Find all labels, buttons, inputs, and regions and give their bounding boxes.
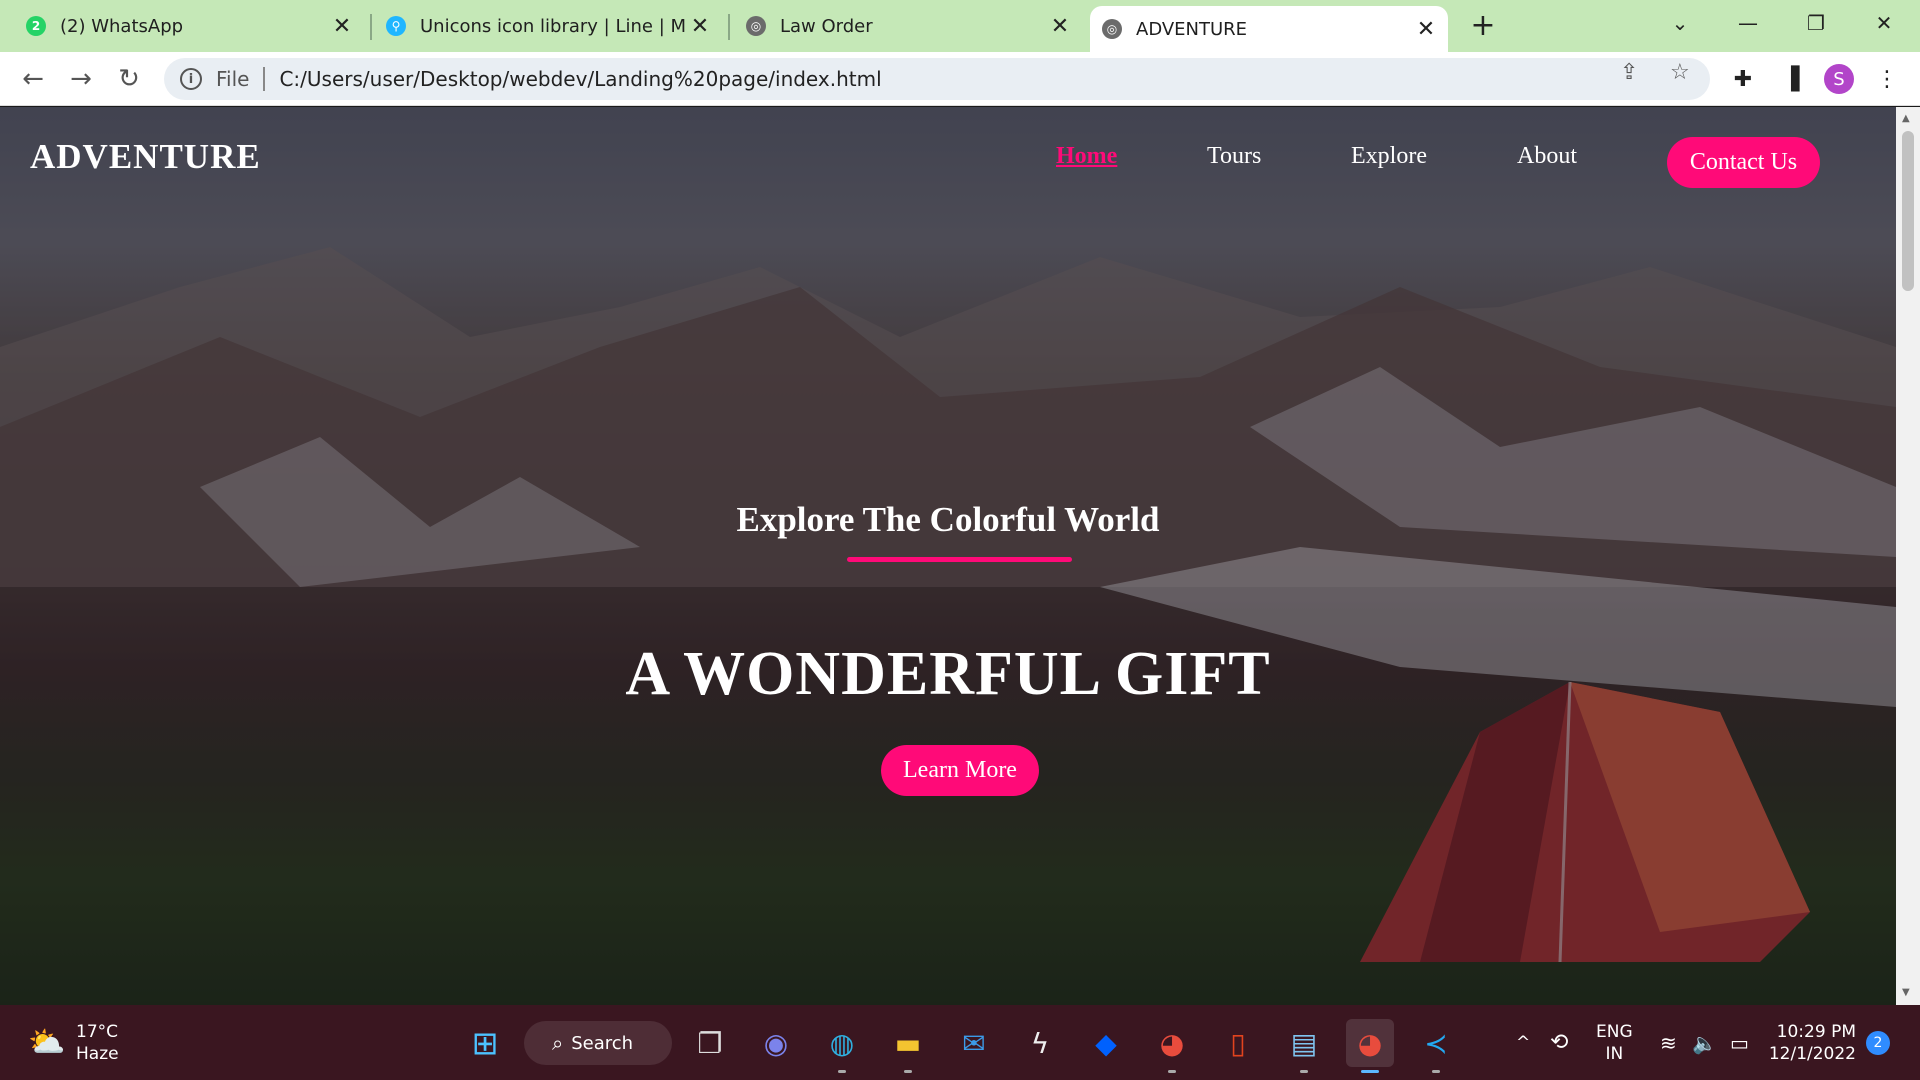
- minimize-button[interactable]: —: [1718, 6, 1778, 40]
- url-text: C:/Users/user/Desktop/webdev/Landing%20p…: [279, 67, 882, 91]
- dark-overlay: [0, 107, 1896, 1005]
- bookmark-star-icon[interactable]: ☆: [1670, 60, 1690, 85]
- close-icon[interactable]: ✕: [1412, 15, 1440, 43]
- chrome-icon[interactable]: ◕: [1148, 1019, 1196, 1073]
- tab-search-chevron-icon[interactable]: ⌄: [1650, 6, 1710, 40]
- tray-chevron-icon[interactable]: ^: [1516, 1005, 1530, 1080]
- divider: [263, 67, 266, 91]
- restore-button[interactable]: ❐: [1786, 6, 1846, 40]
- vscode-icon[interactable]: ≺: [1412, 1019, 1460, 1073]
- site-logo[interactable]: ADVENTURE: [30, 137, 261, 177]
- office-icon[interactable]: ▯: [1214, 1019, 1262, 1067]
- weather-widget[interactable]: 17°C Haze: [76, 1021, 119, 1065]
- notification-badge[interactable]: 2: [1866, 1031, 1890, 1055]
- language-line2: IN: [1605, 1043, 1624, 1064]
- whatsapp-icon: 2: [26, 16, 46, 36]
- page-scrollbar[interactable]: ▲ ▼: [1896, 107, 1920, 1005]
- search-label: Search: [571, 1032, 634, 1054]
- clock-date: 12/1/2022: [1768, 1044, 1856, 1064]
- close-icon[interactable]: ✕: [328, 12, 356, 40]
- contact-us-button[interactable]: Contact Us: [1667, 137, 1820, 188]
- globe-icon: ◎: [1102, 19, 1122, 39]
- browser-toolbar: ← → ↻ i File C:/Users/user/Desktop/webde…: [0, 52, 1920, 106]
- subtitle-underline: [847, 557, 1072, 562]
- edge-icon[interactable]: ◍: [818, 1019, 866, 1073]
- tab-law-order[interactable]: ◎ Law Order ✕: [734, 6, 1082, 46]
- dropbox-icon[interactable]: ◆: [1082, 1019, 1130, 1067]
- notepad-icon[interactable]: ▤: [1280, 1019, 1328, 1073]
- profile-avatar[interactable]: S: [1824, 64, 1854, 94]
- learn-more-button[interactable]: Learn More: [881, 745, 1039, 796]
- language-indicator[interactable]: ENG IN: [1596, 1005, 1633, 1080]
- nav-home[interactable]: Home: [1056, 143, 1117, 170]
- tab-title: ADVENTURE: [1136, 18, 1248, 40]
- nav-tours[interactable]: Tours: [1207, 143, 1261, 170]
- close-icon[interactable]: ✕: [686, 12, 714, 40]
- new-tab-button[interactable]: +: [1466, 8, 1500, 43]
- globe-icon: ◎: [746, 16, 766, 36]
- task-view-icon[interactable]: ❐: [686, 1019, 734, 1067]
- clock-time: 10:29 PM: [1776, 1022, 1856, 1042]
- wifi-icon[interactable]: ≋: [1660, 1005, 1677, 1080]
- nav-about[interactable]: About: [1517, 143, 1577, 170]
- taskbar: ⛅ 17°C Haze ⊞ ⌕ Search ❐ ◉ ◍ ▬ ✉ ϟ ◆ ◕ ▯…: [0, 1005, 1920, 1080]
- scroll-down-arrow-icon[interactable]: ▼: [1902, 987, 1910, 998]
- tab-strip: 2 (2) WhatsApp ✕ ⚲ Unicons icon library …: [0, 0, 1920, 52]
- tab-whatsapp[interactable]: 2 (2) WhatsApp ✕: [14, 6, 364, 46]
- back-button[interactable]: ←: [16, 62, 50, 96]
- search-icon: ⌕: [552, 1031, 564, 1055]
- reload-button[interactable]: ↻: [112, 62, 146, 96]
- weather-condition: Haze: [76, 1044, 119, 1064]
- chrome-profile-icon[interactable]: ◕: [1346, 1019, 1394, 1073]
- share-icon[interactable]: ⇪: [1620, 60, 1638, 85]
- weather-temp: 17°C: [76, 1022, 119, 1042]
- tab-title: (2) WhatsApp: [60, 15, 184, 37]
- scroll-up-arrow-icon[interactable]: ▲: [1902, 113, 1910, 124]
- tab-separator: [728, 14, 730, 40]
- hero-headline: A WONDERFUL GIFT: [625, 640, 1271, 708]
- weather-cloud-icon[interactable]: ⛅: [28, 1025, 65, 1060]
- language-line1: ENG: [1596, 1021, 1633, 1042]
- mail-icon[interactable]: ✉: [950, 1019, 998, 1067]
- close-icon[interactable]: ✕: [1046, 12, 1074, 40]
- volume-icon[interactable]: 🔈: [1692, 1005, 1717, 1080]
- menu-kebab-icon[interactable]: ⋮: [1872, 64, 1902, 94]
- window-close-button[interactable]: ✕: [1854, 6, 1914, 40]
- hero-subtitle: Explore The Colorful World: [736, 500, 1160, 539]
- address-bar[interactable]: i File C:/Users/user/Desktop/webdev/Land…: [164, 58, 1710, 100]
- side-panel-icon[interactable]: ▐: [1776, 64, 1806, 94]
- taskbar-search[interactable]: ⌕ Search: [524, 1021, 672, 1065]
- start-windows-icon[interactable]: ⊞: [461, 1019, 509, 1067]
- info-icon[interactable]: i: [180, 68, 202, 90]
- tab-separator: [370, 14, 372, 40]
- tab-title: Law Order: [780, 15, 873, 37]
- nav-explore[interactable]: Explore: [1351, 143, 1427, 170]
- teams-chat-icon[interactable]: ◉: [752, 1019, 800, 1067]
- battery-icon[interactable]: ▭: [1730, 1005, 1749, 1080]
- tab-unicons[interactable]: ⚲ Unicons icon library | Line | Monc ✕: [374, 6, 722, 46]
- forward-button[interactable]: →: [64, 62, 98, 96]
- extensions-icon[interactable]: ✚: [1728, 64, 1758, 94]
- sync-icon[interactable]: ⟲: [1550, 1005, 1568, 1080]
- scrollbar-thumb[interactable]: [1902, 131, 1914, 291]
- scheme-label: File: [216, 67, 250, 91]
- clock[interactable]: 10:29 PM 12/1/2022: [1768, 1021, 1856, 1065]
- page-viewport: ADVENTURE Home Tours Explore About Conta…: [0, 107, 1896, 1005]
- tab-title: Unicons icon library | Line | Monc: [420, 15, 686, 37]
- unicons-icon: ⚲: [386, 16, 406, 36]
- file-explorer-icon[interactable]: ▬: [884, 1019, 932, 1073]
- tab-adventure[interactable]: ◎ ADVENTURE ✕: [1090, 6, 1448, 52]
- app-lightning-icon[interactable]: ϟ: [1016, 1019, 1064, 1067]
